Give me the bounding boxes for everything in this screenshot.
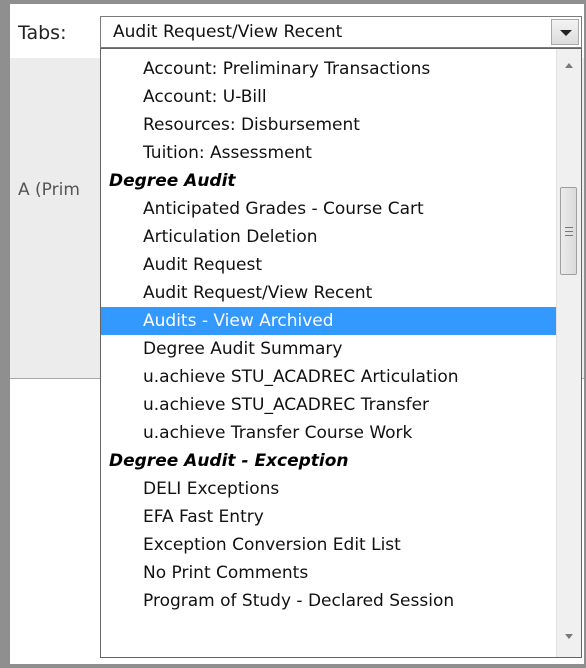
dropdown-option[interactable]: Audits - View Archived: [101, 307, 557, 335]
dropdown-toggle-button[interactable]: [551, 19, 579, 45]
dropdown-option[interactable]: Audit Request: [101, 251, 557, 279]
dropdown-option[interactable]: Anticipated Grades - Course Cart: [101, 195, 557, 223]
frame-top-border: [0, 0, 586, 4]
scroll-down-arrow-icon[interactable]: [565, 634, 573, 639]
dropdown-option[interactable]: Articulation Deletion: [101, 223, 557, 251]
frame-bottom-border: [0, 664, 586, 668]
dropdown-option[interactable]: u.achieve Transfer Course Work: [101, 419, 557, 447]
dropdown-option[interactable]: Tuition: Assessment: [101, 139, 557, 167]
chevron-down-icon: [560, 30, 572, 36]
dropdown-option[interactable]: Degree Audit Summary: [101, 335, 557, 363]
dropdown-options: Account: Preliminary Transactions Account…: [101, 55, 557, 615]
scrollbar-thumb[interactable]: [560, 187, 577, 275]
dropdown-option[interactable]: u.achieve STU_ACADREC Articulation: [101, 363, 557, 391]
tabs-label: Tabs:: [18, 22, 67, 44]
dropdown-group-header: Degree Audit: [109, 171, 236, 191]
dropdown-option[interactable]: EFA Fast Entry: [101, 503, 557, 531]
dropdown-group-header: Degree Audit - Exception: [109, 451, 349, 471]
scrollbar-grip-line: [565, 227, 573, 228]
dropdown-option[interactable]: Program of Study - Declared Session: [101, 587, 557, 615]
dropdown-scrollbar[interactable]: [556, 49, 581, 657]
scrollbar-grip-line: [565, 231, 573, 232]
dropdown-option[interactable]: Resources: Disbursement: [101, 111, 557, 139]
scroll-up-arrow-icon[interactable]: [565, 63, 573, 68]
tabs-select-value: Audit Request/View Recent: [113, 22, 343, 42]
scrollbar-grip-line: [565, 235, 573, 236]
dropdown-option[interactable]: Audit Request/View Recent: [101, 279, 557, 307]
dropdown-option[interactable]: No Print Comments: [101, 559, 557, 587]
tabs-select[interactable]: Audit Request/View Recent: [100, 16, 582, 48]
tabs-dropdown-list[interactable]: Account: Preliminary Transactions Account…: [100, 48, 582, 658]
dropdown-option[interactable]: u.achieve STU_ACADREC Transfer: [101, 391, 557, 419]
dropdown-option[interactable]: DELI Exceptions: [101, 475, 557, 503]
dropdown-option[interactable]: Account: U-Bill: [101, 83, 557, 111]
dropdown-option[interactable]: Account: Preliminary Transactions: [101, 55, 557, 83]
dropdown-option[interactable]: Exception Conversion Edit List: [101, 531, 557, 559]
background-partial-text: A (Prim: [18, 180, 80, 200]
